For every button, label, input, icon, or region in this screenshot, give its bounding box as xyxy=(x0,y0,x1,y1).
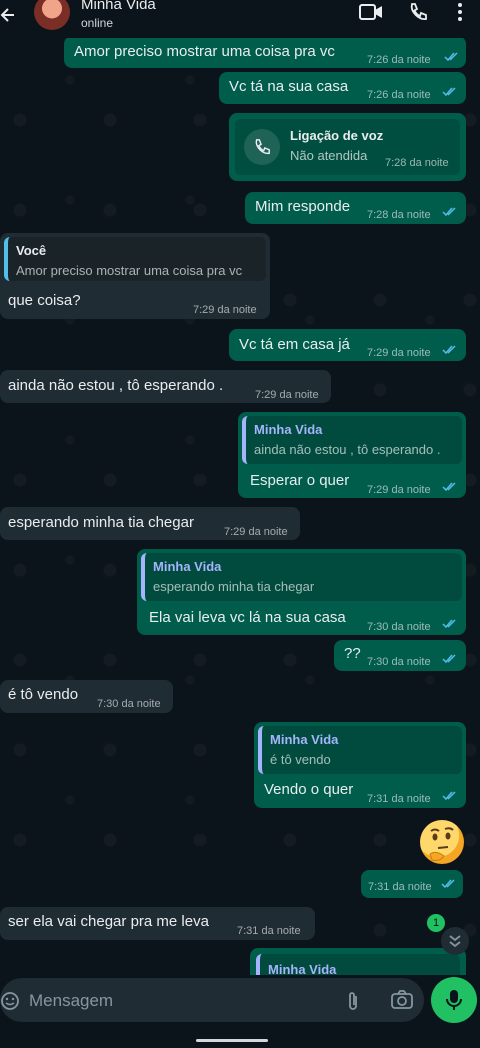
message-text: é tô vendo xyxy=(8,686,79,703)
message-time: 7:31 da noite xyxy=(367,793,431,805)
read-ticks-icon xyxy=(442,619,456,629)
voice-message-button[interactable] xyxy=(431,977,477,1023)
missed-call-message[interactable]: Ligação de voz Não atendida 7:28 da noit… xyxy=(229,113,466,181)
message-incoming[interactable]: Você Amor preciso mostrar uma coisa pra … xyxy=(0,233,270,319)
message-time: 7:30 da noite xyxy=(367,656,431,668)
quoted-author: Minha Vida xyxy=(153,559,222,574)
unread-count-badge: 1 xyxy=(427,914,445,932)
message-time: 7:29 da noite xyxy=(255,389,319,401)
read-ticks-icon xyxy=(442,654,456,664)
message-text: Esperar o quer xyxy=(250,472,350,489)
message-outgoing[interactable]: 7:31 da noite xyxy=(361,870,463,898)
message-time: 7:31 da noite xyxy=(237,925,301,937)
message-time: 7:28 da noite xyxy=(367,209,431,221)
message-incoming[interactable]: é tô vendo 7:30 da noite xyxy=(0,680,173,713)
quoted-author: Você xyxy=(16,243,47,258)
message-text: esperando minha tia chegar xyxy=(8,514,194,531)
message-time: 7:31 da noite xyxy=(368,881,432,893)
message-input-placeholder: Mensagem xyxy=(29,991,114,1010)
read-ticks-icon xyxy=(442,87,456,97)
message-input[interactable]: Mensagem xyxy=(0,978,424,1022)
read-ticks-icon xyxy=(442,207,456,217)
read-ticks-icon xyxy=(441,879,455,889)
message-list[interactable]: Amor preciso mostrar uma coisa pra vc 7:… xyxy=(0,0,480,988)
message-time: 7:28 da noite xyxy=(385,157,449,169)
message-outgoing[interactable]: Mim responde 7:28 da noite xyxy=(245,192,466,224)
attach-icon[interactable] xyxy=(346,990,360,1012)
message-text: ser ela vai chegar pra me leva xyxy=(8,913,209,930)
message-text: ainda não estou , tô esperando . xyxy=(8,377,224,394)
quoted-text: Amor preciso mostrar uma coisa pra vc xyxy=(16,263,243,278)
message-time: 7:29 da noite xyxy=(224,526,288,538)
contact-avatar[interactable] xyxy=(34,0,70,30)
missed-call-icon xyxy=(255,139,270,155)
camera-icon[interactable] xyxy=(391,990,413,1010)
quoted-message[interactable]: Minha Vida esperando minha tia chegar xyxy=(141,553,462,601)
more-options-icon[interactable] xyxy=(455,2,465,22)
quoted-message[interactable]: Minha Vida ainda não estou , tô esperand… xyxy=(242,416,462,464)
double-chevron-down-icon xyxy=(449,935,461,948)
message-outgoing[interactable]: Amor preciso mostrar uma coisa pra vc 7:… xyxy=(64,36,466,68)
chat-header: Minha Vida online xyxy=(0,0,480,38)
call-status: Não atendida xyxy=(290,148,368,163)
thinking-face-icon xyxy=(429,827,454,861)
message-outgoing[interactable]: ?? 7:30 da noite xyxy=(334,640,466,671)
sticker-icon[interactable] xyxy=(0,991,20,1011)
video-call-icon[interactable] xyxy=(359,2,383,22)
message-text: Vc tá em casa já xyxy=(239,336,350,353)
contact-name[interactable]: Minha Vida xyxy=(81,0,156,13)
message-outgoing[interactable]: Minha Vida ainda não estou , tô esperand… xyxy=(238,412,466,498)
message-time: 7:26 da noite xyxy=(367,89,431,101)
message-time: 7:29 da noite xyxy=(193,304,257,316)
message-outgoing[interactable]: Minha Vida esperando minha tia chegar El… xyxy=(137,549,466,635)
back-arrow-icon[interactable] xyxy=(0,2,16,28)
quoted-author: Minha Vida xyxy=(254,422,323,437)
quoted-message[interactable]: Minha Vida é tô vendo xyxy=(258,726,462,774)
message-time: 7:26 da noite xyxy=(367,54,431,66)
read-ticks-icon xyxy=(442,791,456,801)
scroll-to-bottom-button[interactable] xyxy=(441,927,469,955)
composer-bar: Mensagem xyxy=(0,975,480,1048)
message-text: Ela vai leva vc lá na sua casa xyxy=(149,609,346,626)
microphone-icon xyxy=(446,990,462,1010)
message-time: 7:29 da noite xyxy=(367,484,431,496)
read-ticks-icon xyxy=(444,52,458,62)
quoted-text: ainda não estou , tô esperando . xyxy=(254,442,441,457)
message-time: 7:30 da noite xyxy=(97,698,161,710)
quoted-text: é tô vendo xyxy=(270,752,331,767)
call-icon-circle xyxy=(244,129,280,165)
message-text: Mim responde xyxy=(255,198,351,215)
message-outgoing[interactable]: Vc tá em casa já 7:29 da noite xyxy=(229,329,466,361)
message-text: Vendo o quer xyxy=(264,781,354,798)
read-ticks-icon xyxy=(442,345,456,355)
contact-status: online xyxy=(81,16,114,30)
message-incoming[interactable]: ser ela vai chegar pra me leva 7:31 da n… xyxy=(0,907,315,940)
message-time: 7:29 da noite xyxy=(367,347,431,359)
read-ticks-icon xyxy=(442,482,456,492)
message-outgoing[interactable]: Vc tá na sua casa 7:26 da noite xyxy=(219,72,466,104)
message-incoming[interactable]: ainda não estou , tô esperando . 7:29 da… xyxy=(0,370,331,403)
message-text: ?? xyxy=(344,645,361,662)
quoted-author: Minha Vida xyxy=(270,732,339,747)
voice-call-icon[interactable] xyxy=(408,2,428,22)
thinking-face-emoji[interactable] xyxy=(420,820,464,864)
message-text: Vc tá na sua casa xyxy=(229,78,349,95)
message-outgoing[interactable]: Minha Vida é tô vendo Vendo o quer 7:31 … xyxy=(254,722,466,808)
message-text: Amor preciso mostrar uma coisa pra vc xyxy=(74,43,335,60)
call-title: Ligação de voz xyxy=(290,128,384,143)
message-incoming[interactable]: esperando minha tia chegar 7:29 da noite xyxy=(0,507,300,540)
quoted-message[interactable]: Você Amor preciso mostrar uma coisa pra … xyxy=(4,237,266,281)
system-home-indicator[interactable] xyxy=(196,1039,268,1042)
message-time: 7:30 da noite xyxy=(367,621,431,633)
quoted-text: esperando minha tia chegar xyxy=(153,579,315,594)
message-text: que coisa? xyxy=(8,292,81,309)
